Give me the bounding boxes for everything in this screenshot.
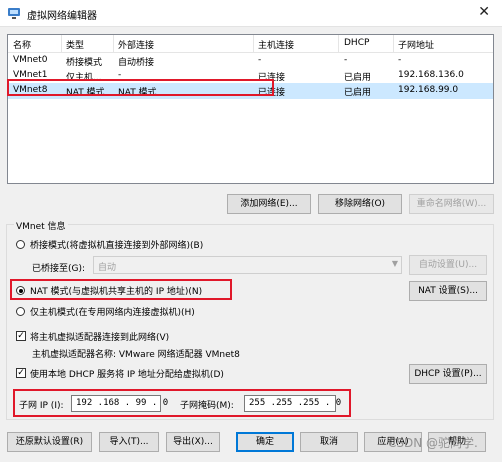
- remove-network-button[interactable]: 移除网络(O): [318, 194, 402, 214]
- adapter-name-label: 主机虚拟适配器名称: VMware 网络适配器 VMnet8: [32, 350, 240, 360]
- connect-adapter-label[interactable]: 将主机虚拟适配器连接到此网络(V): [30, 330, 169, 343]
- cell-host: -: [258, 55, 262, 65]
- nat-mode-radio[interactable]: [16, 286, 25, 295]
- column-header-name[interactable]: 名称: [13, 38, 31, 51]
- cell-external: NAT 模式: [118, 88, 157, 98]
- column-header-type[interactable]: 类型: [66, 38, 84, 51]
- cell-host: 已连接: [258, 88, 286, 98]
- rename-network-button[interactable]: 重命名网络(W)...: [409, 194, 494, 214]
- import-button[interactable]: 导入(T)...: [99, 432, 159, 452]
- cell-subnet: 192.168.136.0: [398, 70, 464, 80]
- column-header-host[interactable]: 主机连接: [258, 38, 294, 51]
- network-editor-icon: [8, 8, 20, 19]
- cell-external: -: [118, 70, 122, 80]
- subnet-mask-input[interactable]: 255 .255 .255 . 0: [244, 395, 341, 412]
- vmnet-info-title: VMnet 信息: [14, 219, 68, 232]
- bridged-mode-radio[interactable]: [16, 240, 25, 249]
- nat-settings-button[interactable]: NAT 设置(S)...: [409, 281, 487, 301]
- table-row-selected[interactable]: VMnet8 NAT 模式 NAT 模式 已连接 已启用 192.168.99.…: [8, 83, 493, 99]
- chevron-down-icon: ▼: [391, 259, 398, 268]
- window-title: 虚拟网络编辑器: [27, 11, 97, 22]
- dhcp-checkbox[interactable]: ✓: [16, 368, 26, 378]
- restore-defaults-button[interactable]: 还原默认设置(R): [7, 432, 92, 452]
- hostonly-mode-radio[interactable]: [16, 307, 25, 316]
- cell-dhcp: 已启用: [344, 73, 372, 83]
- export-button[interactable]: 导出(X)...: [166, 432, 220, 452]
- dhcp-label[interactable]: 使用本地 DHCP 服务将 IP 地址分配给虚拟机(D): [30, 367, 224, 380]
- list-header: 名称 类型 外部连接 主机连接 DHCP 子网地址: [8, 35, 493, 53]
- cell-type: 仅主机...: [66, 73, 102, 83]
- bridged-to-value: 自动: [98, 263, 117, 273]
- cell-dhcp: -: [344, 55, 348, 65]
- column-header-subnet[interactable]: 子网地址: [398, 38, 434, 51]
- bridged-mode-label[interactable]: 桥接模式(将虚拟机直接连接到外部网络)(B): [30, 238, 203, 251]
- nat-mode-label[interactable]: NAT 模式(与虚拟机共享主机的 IP 地址)(N): [30, 284, 202, 297]
- cell-name: VMnet8: [13, 85, 48, 95]
- column-header-dhcp[interactable]: DHCP: [344, 38, 369, 48]
- cell-name: VMnet0: [13, 55, 48, 65]
- table-row[interactable]: VMnet0 桥接模式 自动桥接 - - -: [8, 53, 493, 69]
- subnet-mask-label: 子网掩码(M):: [180, 401, 234, 411]
- dhcp-settings-button[interactable]: DHCP 设置(P)...: [409, 364, 487, 384]
- bridged-to-label: 已桥接至(G):: [32, 264, 86, 274]
- cell-dhcp: 已启用: [344, 88, 372, 98]
- cell-host: 已连接: [258, 73, 286, 83]
- auto-settings-button[interactable]: 自动设置(U)...: [409, 255, 487, 275]
- hostonly-mode-label[interactable]: 仅主机模式(在专用网络内连接虚拟机)(H): [30, 305, 195, 318]
- cell-external: 自动桥接: [118, 58, 155, 68]
- watermark: CSDN @驼同学.: [388, 436, 478, 450]
- cell-name: VMnet1: [13, 70, 48, 80]
- column-header-external[interactable]: 外部连接: [118, 38, 154, 51]
- cell-subnet: -: [398, 55, 402, 65]
- subnet-ip-input[interactable]: 192 .168 . 99 . 0: [71, 395, 168, 412]
- cell-subnet: 192.168.99.0: [398, 85, 459, 95]
- add-network-button[interactable]: 添加网络(E)...: [227, 194, 311, 214]
- subnet-ip-label: 子网 IP (I):: [19, 401, 64, 411]
- close-icon[interactable]: ✕: [478, 4, 490, 20]
- cell-type: NAT 模式: [66, 88, 105, 98]
- vmnet-info-group: [6, 224, 494, 420]
- cancel-button[interactable]: 取消: [300, 432, 358, 452]
- bridged-to-select[interactable]: 自动 ▼: [93, 256, 402, 274]
- ok-button[interactable]: 确定: [236, 432, 294, 452]
- cell-type: 桥接模式: [66, 58, 103, 68]
- table-row[interactable]: VMnet1 仅主机... - 已连接 已启用 192.168.136.0: [8, 68, 493, 84]
- title-bar: 虚拟网络编辑器 ✕: [0, 0, 502, 27]
- network-list[interactable]: 名称 类型 外部连接 主机连接 DHCP 子网地址 VMnet0 桥接模式 自动…: [7, 34, 494, 184]
- connect-adapter-checkbox[interactable]: ✓: [16, 331, 26, 341]
